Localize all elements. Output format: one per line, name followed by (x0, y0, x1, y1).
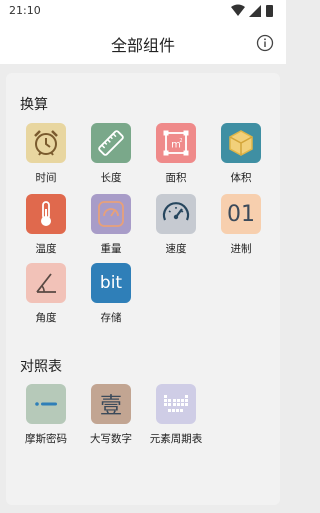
periodic-table-icon (164, 395, 188, 412)
widget-volume[interactable]: 体积 (211, 123, 271, 185)
uppercase-number-glyph: 壹 (99, 394, 122, 419)
status-bar: 21:10 (0, 0, 286, 22)
widgets-card: 换算 时间 长度 m 2 面积 体积 温度 重量 速度 01 进制 角度 bit… (6, 73, 280, 505)
widget-area[interactable]: m 2 面积 (146, 123, 206, 185)
app-bar: 全部组件 (0, 22, 286, 64)
widget-uppercase-number[interactable]: 壹 大写数字 (81, 384, 141, 446)
widget-label: 体积 (230, 172, 252, 184)
widget-tile (26, 123, 66, 163)
widget-label: 角度 (35, 312, 57, 324)
status-time: 21:10 (9, 4, 41, 17)
thermometer-icon (41, 201, 51, 226)
widget-tile (91, 194, 131, 234)
widget-storage[interactable]: bit 存储 (81, 263, 141, 325)
speedometer-icon (162, 202, 190, 221)
widget-tile (221, 123, 261, 163)
section-title-reference-tables: 对照表 (20, 359, 62, 375)
section-title-conversion: 换算 (20, 97, 48, 113)
ruler-icon (98, 130, 124, 156)
radix-glyph: 01 (227, 201, 255, 227)
widget-tile: 壹 (91, 384, 131, 424)
widget-label: 元素周期表 (149, 433, 203, 445)
widget-label: 长度 (100, 172, 122, 184)
widget-label: 温度 (35, 243, 57, 255)
alarm-clock-icon (34, 130, 58, 156)
widget-weight[interactable]: 重量 (81, 194, 141, 256)
widget-time[interactable]: 时间 (16, 123, 76, 185)
signal-icon (249, 5, 261, 17)
cube-icon (229, 130, 253, 156)
widget-tile (26, 194, 66, 234)
widget-label: 重量 (100, 243, 122, 255)
widget-tile (26, 263, 66, 303)
widget-label: 时间 (35, 172, 57, 184)
widget-tile (156, 194, 196, 234)
widget-morse[interactable]: 摩斯密码 (16, 384, 76, 446)
wifi-icon (231, 4, 245, 16)
battery-icon (266, 5, 273, 17)
widget-speed[interactable]: 速度 (146, 194, 206, 256)
widget-label: 摩斯密码 (25, 433, 67, 445)
scale-icon (98, 201, 124, 227)
page-title: 全部组件 (110, 36, 175, 55)
widget-label: 进制 (230, 243, 252, 255)
status-icons (231, 4, 273, 17)
area-icon: m 2 (163, 130, 189, 156)
info-icon[interactable] (256, 34, 274, 52)
widget-periodic-table[interactable]: 元素周期表 (146, 384, 206, 446)
widget-tile (26, 384, 66, 424)
widget-label: 大写数字 (90, 433, 132, 445)
widget-radix[interactable]: 01 进制 (211, 194, 271, 256)
widget-tile: bit (91, 263, 131, 303)
widget-label: 速度 (165, 243, 187, 255)
widget-label: 存储 (100, 312, 122, 324)
storage-glyph: bit (99, 273, 123, 293)
widget-tile (91, 123, 131, 163)
widget-angle[interactable]: 角度 (16, 263, 76, 325)
widget-temperature[interactable]: 温度 (16, 194, 76, 256)
widget-tile (156, 384, 196, 424)
morse-code-icon (35, 402, 57, 406)
widget-label: 面积 (165, 172, 187, 184)
angle-icon (36, 273, 56, 293)
widget-tile: m 2 (156, 123, 196, 163)
svg-text:2: 2 (179, 138, 182, 144)
widget-length[interactable]: 长度 (81, 123, 141, 185)
widget-tile: 01 (221, 194, 261, 234)
